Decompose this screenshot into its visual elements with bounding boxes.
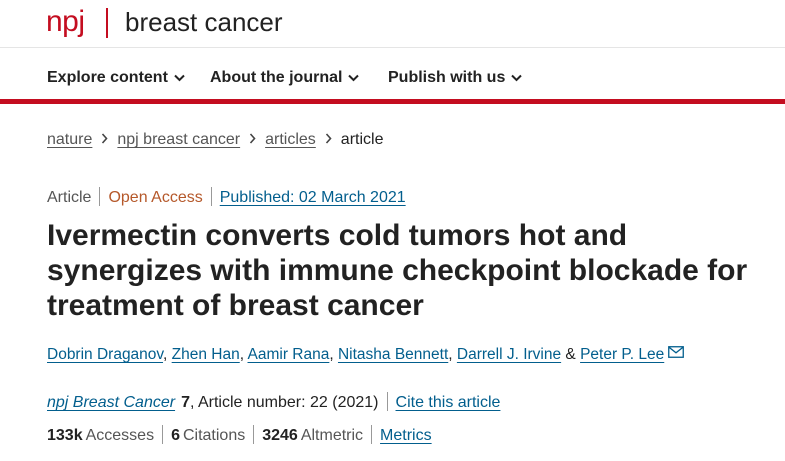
citations-count: 6 <box>171 427 180 444</box>
journal-link[interactable]: npj Breast Cancer <box>47 394 175 411</box>
breadcrumb-articles[interactable]: articles <box>265 131 316 148</box>
author-link[interactable]: Dobrin Draganov <box>47 346 163 363</box>
breadcrumb-nature[interactable]: nature <box>47 131 92 148</box>
author-link[interactable]: Darrell J. Irvine <box>457 346 561 363</box>
published-date-link[interactable]: Published: 02 March 2021 <box>220 189 406 206</box>
article-number: , Article number: 22 (2021) <box>189 394 379 411</box>
nav-explore-content-label: Explore content <box>47 69 168 86</box>
article-title: Ivermectin converts cold tumors hot and … <box>47 219 748 322</box>
breadcrumb-journal[interactable]: npj breast cancer <box>117 131 240 148</box>
altmetric-score: 3246 <box>262 427 298 444</box>
citation-line: npj Breast Cancer 7, Article number: 22 (… <box>47 392 500 412</box>
author-link[interactable]: Aamir Rana <box>248 346 330 363</box>
cite-divider <box>386 392 388 411</box>
author-conjunction: & <box>565 346 576 363</box>
author-list: Dobrin Draganov, Zhen Han, Aamir Rana, N… <box>47 346 685 364</box>
meta-divider <box>210 187 212 206</box>
nav-about-journal-label: About the journal <box>210 69 343 86</box>
chevron-right-icon <box>325 133 332 144</box>
nav-publish-with-us-label: Publish with us <box>388 69 506 86</box>
accesses-label: Accesses <box>85 427 155 444</box>
chevron-right-icon <box>102 133 108 144</box>
metrics-divider <box>162 425 164 444</box>
author-separator: , <box>239 346 248 363</box>
citations-label: Citations <box>182 427 246 444</box>
chevron-down-icon <box>348 74 360 82</box>
chevron-down-icon <box>511 74 523 82</box>
article-metrics: 133k Accesses 6 Citations 3246 Altmetric Metri… <box>47 425 432 445</box>
nav-about-journal[interactable]: About the journal <box>210 69 360 87</box>
npj-logo[interactable]: npj <box>46 4 85 40</box>
author-separator: , <box>163 346 172 363</box>
main-nav: Explore content About the journal Publis… <box>0 49 785 104</box>
author-separator: , <box>448 346 457 363</box>
metrics-link[interactable]: Metrics <box>380 427 432 444</box>
chevron-right-icon <box>250 133 256 144</box>
site-header: npj breast cancer <box>0 0 785 48</box>
altmetric-label: Altmetric <box>300 427 364 444</box>
metrics-divider <box>253 425 255 444</box>
author-link[interactable]: Nitasha Bennett <box>338 346 448 363</box>
logo-divider <box>106 8 108 38</box>
breadcrumb-current: article <box>340 131 384 148</box>
nav-explore-content[interactable]: Explore content <box>47 69 185 87</box>
email-icon[interactable] <box>668 346 685 358</box>
author-link[interactable]: Peter P. Lee <box>580 346 664 363</box>
meta-divider <box>99 187 101 206</box>
breadcrumb: nature npj breast cancer articles article <box>47 131 383 149</box>
article-meta: Article Open Access Published: 02 March 20… <box>47 187 406 207</box>
nav-publish-with-us[interactable]: Publish with us <box>388 69 523 87</box>
open-access-label: Open Access <box>108 189 203 206</box>
journal-title-logo[interactable]: breast cancer <box>125 6 283 38</box>
volume-number: 7 <box>181 394 190 411</box>
article-type: Article <box>47 189 92 206</box>
metrics-divider <box>371 425 373 444</box>
accesses-count: 133k <box>47 427 83 444</box>
author-link[interactable]: Zhen Han <box>172 346 240 363</box>
cite-this-article-link[interactable]: Cite this article <box>396 394 501 411</box>
chevron-down-icon <box>174 74 185 82</box>
author-separator: , <box>329 346 338 363</box>
